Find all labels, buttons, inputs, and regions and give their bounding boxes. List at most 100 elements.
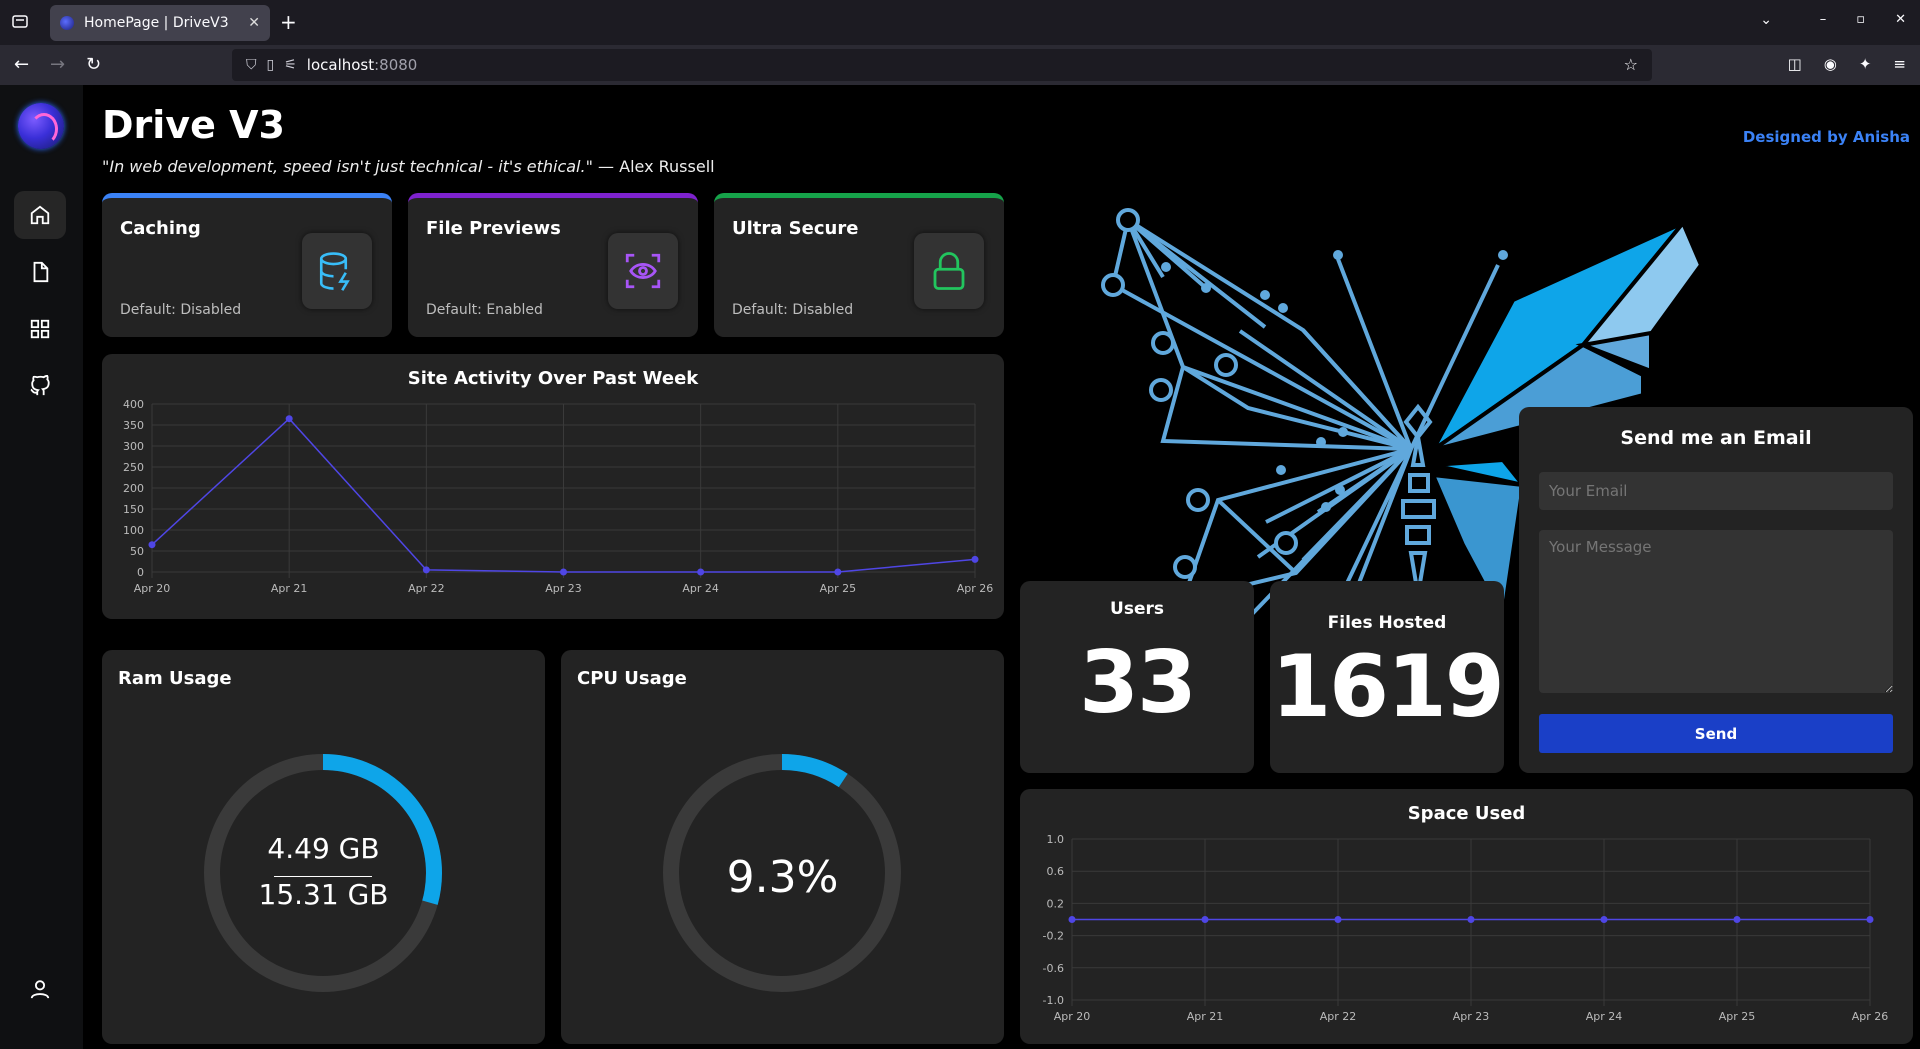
data-point[interactable] [1467,916,1475,923]
send-button[interactable]: Send [1539,714,1893,753]
ram-divider [274,876,372,877]
feature-icon-button[interactable] [302,233,372,309]
close-window-icon[interactable]: ✕ [1895,12,1906,27]
data-point[interactable] [1733,916,1741,923]
y-tick-label: -0.6 [1043,962,1064,975]
ram-used: 4.49 GB [267,832,380,865]
browser-tab[interactable]: HomePage | DriveV3 ✕ [50,5,270,41]
page-title: Drive V3 [102,103,285,147]
message-textarea[interactable] [1539,530,1893,693]
designed-by-link[interactable]: Designed by Anisha [1743,128,1910,146]
bookmark-star-icon[interactable]: ☆ [1624,55,1638,74]
sidebar-item-files[interactable] [14,248,66,296]
y-tick-label: 0.6 [1047,865,1065,878]
main-content: Drive V3 "In web development, speed isn'… [83,85,1920,1049]
feature-card-ultra-secure[interactable]: Ultra Secure Default: Disabled [714,193,1004,337]
back-icon[interactable]: ← [14,54,29,75]
x-tick-label: Apr 20 [1054,1010,1091,1023]
x-tick-label: Apr 22 [1320,1010,1357,1023]
quote-text: "In web development, speed isn't just te… [102,157,593,176]
chevron-down-icon[interactable]: ⌄ [1760,12,1772,28]
space-used-chart-card: Space Used 1.0 0.6 0.2 -0.2 -0.6 -1.0 Apr 20 Ap… [1020,789,1913,1044]
new-tab-icon[interactable]: + [280,10,297,34]
y-tick-label: 300 [123,440,144,453]
window-controls: – ▫ ✕ [1820,12,1906,27]
x-tick-label: Apr 26 [1852,1010,1889,1023]
feature-card-file-previews[interactable]: File Previews Default: Enabled [408,193,698,337]
y-tick-label: 50 [130,545,144,558]
site-favicon-icon [60,16,74,30]
data-point[interactable] [1201,916,1209,923]
y-tick-label: -0.2 [1043,930,1064,943]
minimize-icon[interactable]: – [1820,12,1827,27]
lock-icon [933,252,965,290]
data-point[interactable] [971,555,979,563]
sidebar-item-github[interactable] [14,362,66,410]
menu-icon[interactable]: ≡ [1893,55,1906,73]
permissions-icon[interactable]: ⚟ [284,57,297,73]
feature-icon-button[interactable] [914,233,984,309]
account-icon[interactable]: ◉ [1824,55,1837,73]
email-form-card: Send me an Email Send [1519,407,1913,773]
app-logo[interactable] [18,103,64,149]
y-tick-label: 0.2 [1047,897,1065,910]
shield-icon[interactable]: ⛉ [246,57,257,73]
data-point[interactable] [285,415,293,423]
github-icon [30,375,50,396]
tab-list-icon[interactable] [12,13,28,29]
x-tick-label: Apr 20 [134,582,171,595]
data-point[interactable] [1600,916,1608,923]
ram-usage-card: Ram Usage 4.49 GB 15.31 GB [102,650,545,1044]
y-tick-label: -1.0 [1043,994,1064,1007]
users-value: 33 [1079,633,1197,733]
space-used-line-chart[interactable]: 1.0 0.6 0.2 -0.2 -0.6 -1.0 Apr 20 Apr 21 Apr 22 A… [1020,789,1913,1044]
sidebar-item-home[interactable] [14,191,66,239]
page-icon: ▯ [266,57,275,73]
x-tick-label: Apr 26 [957,582,994,595]
pocket-icon[interactable]: ◫ [1788,55,1802,73]
forward-icon[interactable]: → [50,54,65,75]
reload-icon[interactable]: ↻ [86,54,101,75]
data-point[interactable] [560,568,567,576]
x-tick-label: Apr 25 [820,582,857,595]
sidebar-item-apps[interactable] [14,305,66,353]
cpu-usage-card: CPU Usage 9.3% [561,650,1004,1044]
x-tick-label: Apr 24 [1586,1010,1623,1023]
sidebar-item-profile[interactable] [14,965,66,1013]
x-tick-label: Apr 22 [408,582,445,595]
data-point[interactable] [1866,916,1874,923]
activity-line-chart[interactable]: 400 350 300 250 200 150 100 50 0 Apr 20 Apr 21 Apr … [102,354,1004,619]
data-point[interactable] [697,568,705,576]
y-tick-label: 150 [123,503,144,516]
feature-card-caching[interactable]: Caching Default: Disabled [102,193,392,337]
data-point[interactable] [834,568,842,576]
x-tick-label: Apr 21 [1187,1010,1224,1023]
feature-icon-button[interactable] [608,233,678,309]
cpu-value: 9.3% [726,852,839,903]
quote: "In web development, speed isn't just te… [102,157,715,176]
file-icon [33,261,49,283]
files-hosted-card: Files Hosted 1619 [1270,581,1505,773]
maximize-icon[interactable]: ▫ [1856,12,1865,27]
feature-name: File Previews [426,218,561,239]
url-port: :8080 [374,56,418,74]
email-form-title: Send me an Email [1620,427,1812,449]
files-hosted-title: Files Hosted [1327,613,1447,633]
close-tab-icon[interactable]: ✕ [248,15,260,31]
browser-tab-bar: HomePage | DriveV3 ✕ + ⌄ – ▫ ✕ [0,0,1920,45]
extensions-icon[interactable]: ✦ [1859,55,1872,73]
data-point[interactable] [1334,916,1342,923]
quote-author: — Alex Russell [592,157,715,176]
y-tick-label: 350 [123,419,144,432]
url-bar[interactable]: ⛉ ▯ ⚟ localhost:8080 ☆ [232,49,1652,81]
ram-usage-ring [204,754,442,992]
tab-title: HomePage | DriveV3 [84,15,229,31]
users-title: Users [1110,599,1164,619]
email-input[interactable] [1539,472,1893,510]
data-point[interactable] [1068,916,1076,923]
data-point[interactable] [148,541,156,549]
y-tick-label: 0 [137,566,144,579]
activity-chart-card: Site Activity Over Past Week 400 350 300 25… [102,354,1004,619]
data-point[interactable] [422,566,430,574]
users-card: Users 33 [1020,581,1254,773]
